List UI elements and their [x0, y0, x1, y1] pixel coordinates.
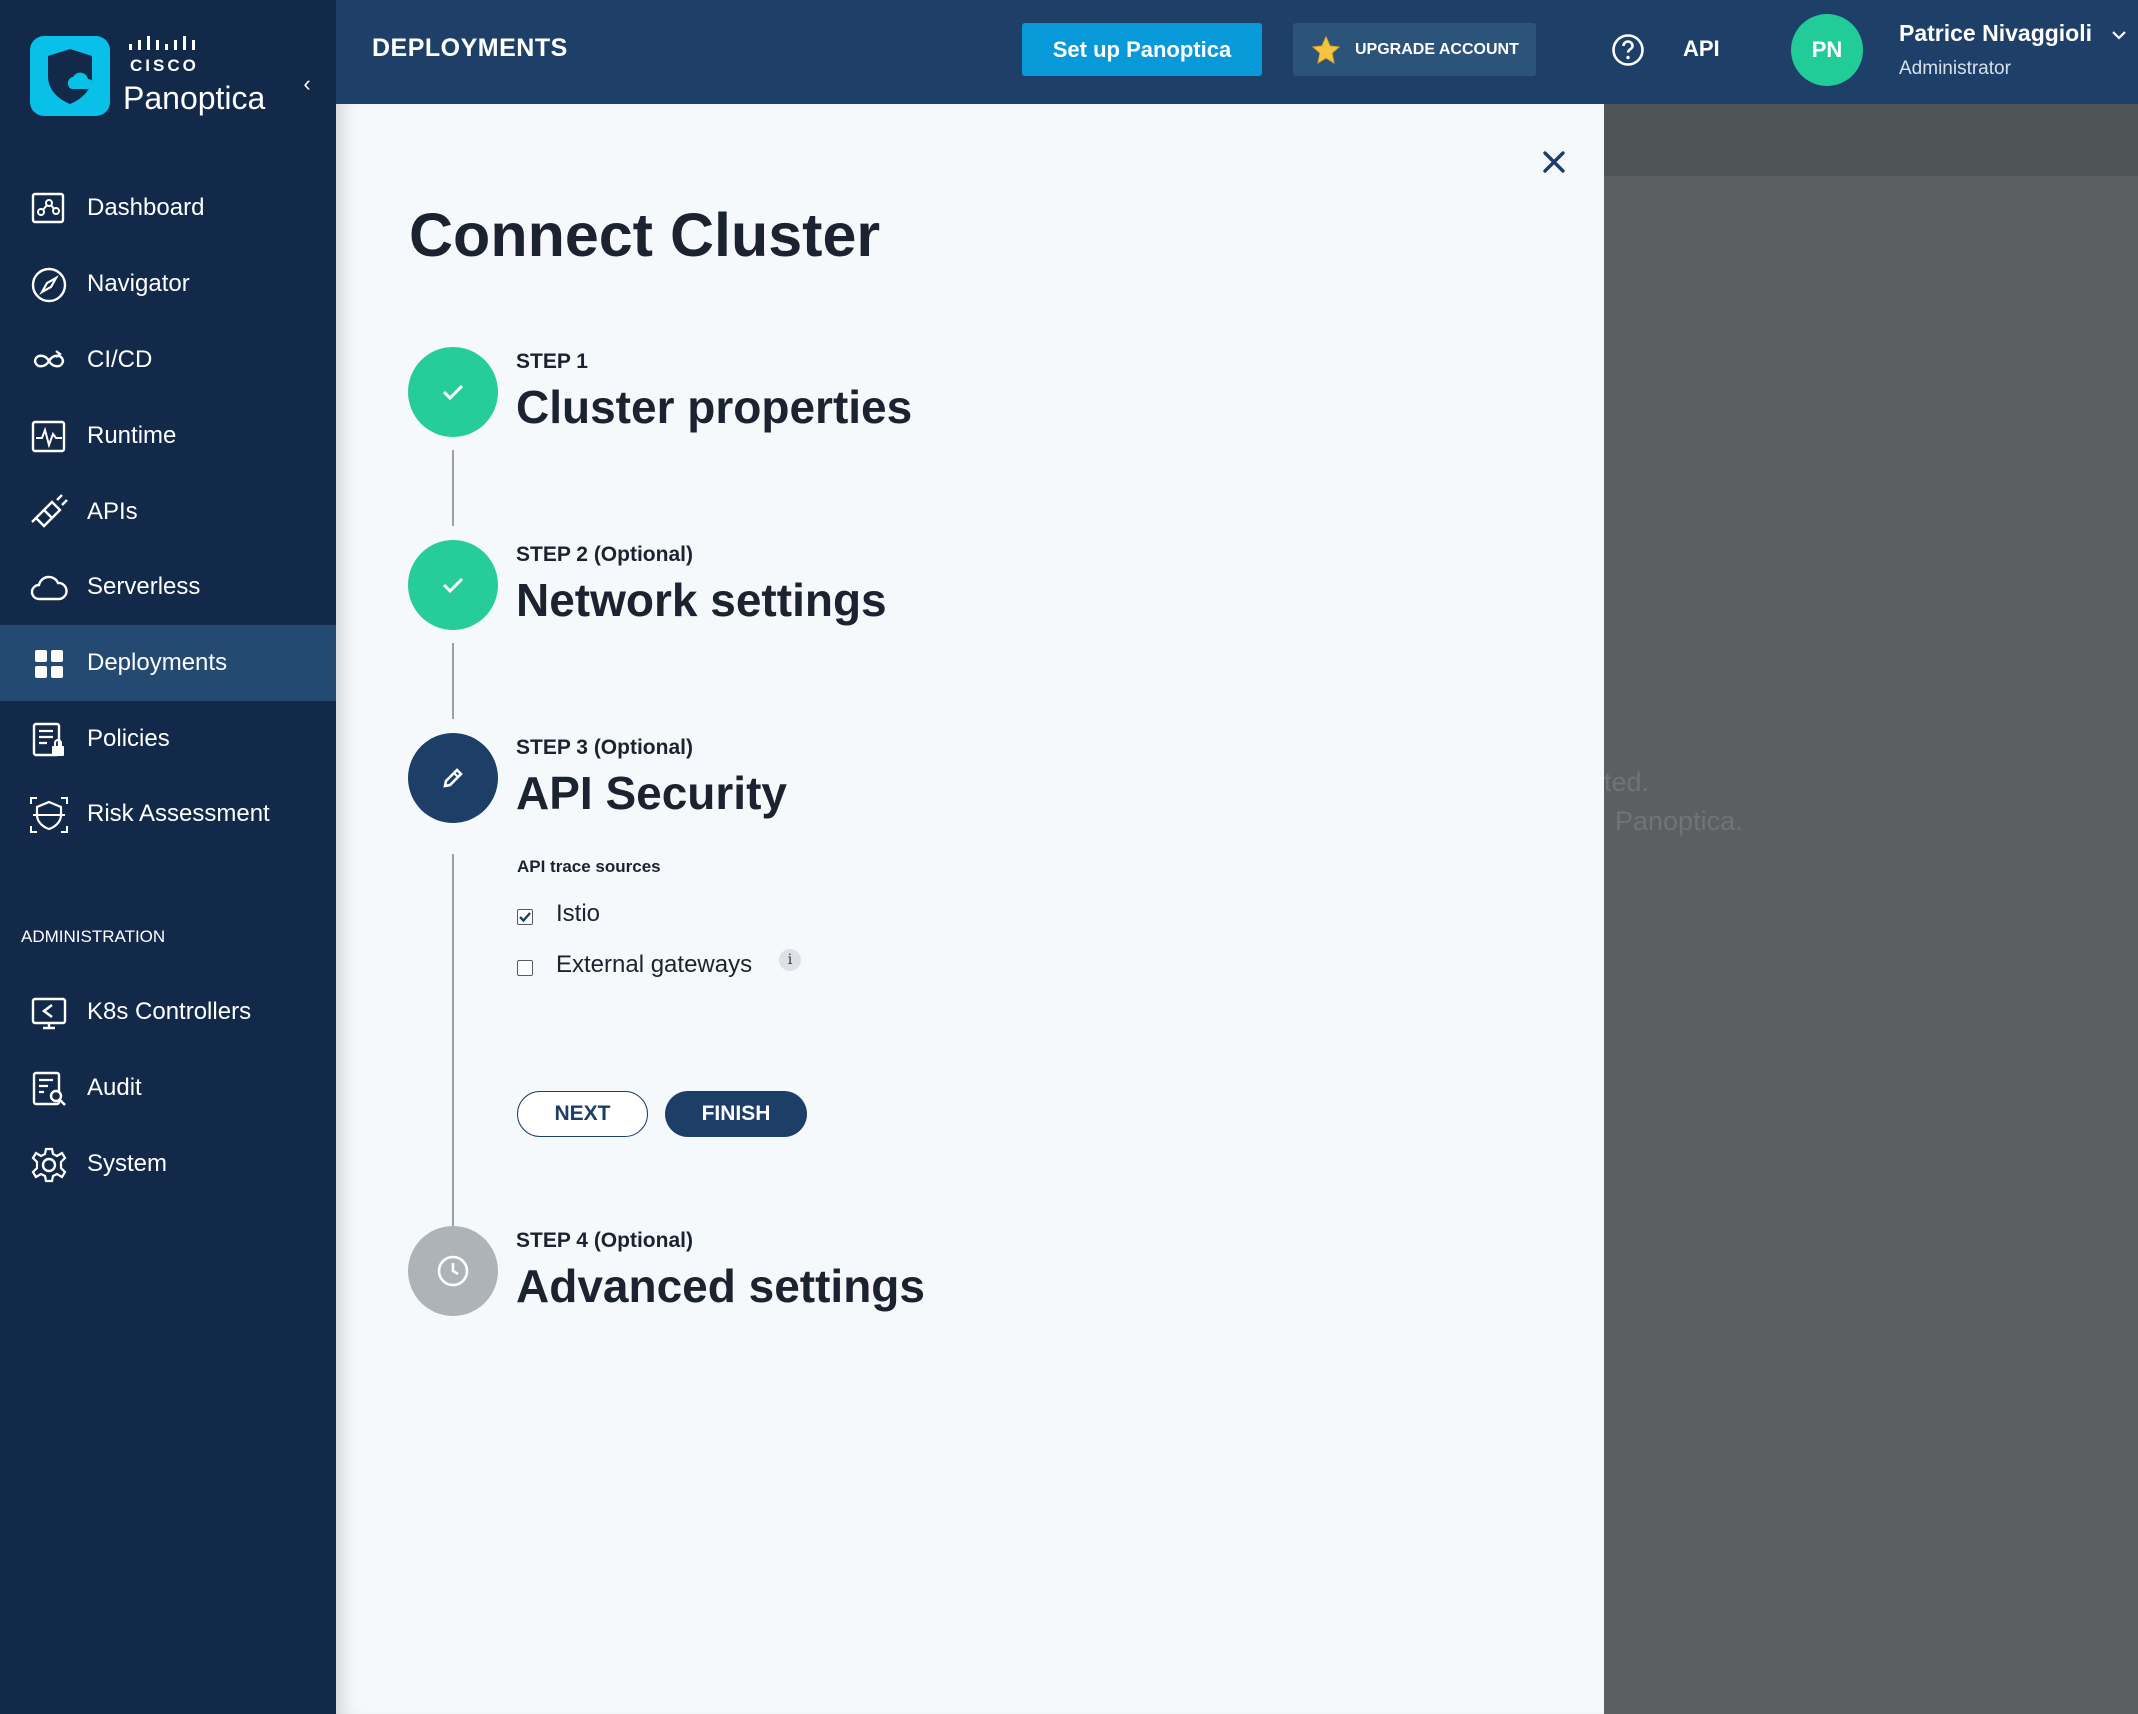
sidebar-item-label: Dashboard: [87, 194, 205, 221]
setup-panoptica-button[interactable]: Set up Panoptica: [1022, 23, 1262, 76]
step-3-title: API Security: [516, 767, 787, 819]
cloud-icon: [30, 575, 68, 601]
step-connector: [452, 450, 454, 526]
chevron-down-icon[interactable]: [2110, 26, 2128, 44]
sidebar-item-label: Deployments: [87, 649, 228, 676]
checkmark-icon: [442, 577, 464, 594]
next-button[interactable]: NEXT: [517, 1091, 648, 1137]
sidebar-item-label: Policies: [87, 725, 170, 752]
sidebar-item-label: Navigator: [87, 270, 190, 297]
upgrade-account-button[interactable]: UPGRADE ACCOUNT: [1293, 23, 1536, 76]
step-4-label: STEP 4 (Optional): [516, 1229, 693, 1252]
api-trace-sources-label: API trace sources: [517, 857, 661, 876]
panoptica-logo-icon: [30, 36, 110, 116]
grid-icon: [35, 650, 63, 678]
istio-checkbox[interactable]: [517, 909, 533, 925]
gear-icon: [31, 1147, 67, 1183]
runtime-pulse-icon: [31, 420, 66, 453]
sidebar: CISCO Panoptica ‹ Dashboard Navigator CI…: [0, 0, 336, 1714]
step-4-title: Advanced settings: [516, 1260, 925, 1312]
external-gateways-label[interactable]: External gateways: [556, 951, 752, 979]
sidebar-item-label: Risk Assessment: [87, 800, 270, 827]
sidebar-item-label: APIs: [87, 498, 138, 525]
modal-title: Connect Cluster: [409, 201, 881, 269]
sidebar-item-runtime[interactable]: Runtime: [0, 398, 336, 474]
background-toolbar: [1604, 104, 2138, 176]
close-icon[interactable]: [1536, 144, 1572, 180]
step-2-status: [408, 540, 498, 630]
cisco-bars-icon: [129, 36, 195, 50]
background-text: Panoptica.: [1615, 806, 1743, 836]
brand-logo[interactable]: CISCO Panoptica: [30, 36, 320, 120]
sidebar-item-system[interactable]: System: [0, 1126, 336, 1202]
clock-icon: [437, 1255, 469, 1287]
page-title: DEPLOYMENTS: [372, 34, 568, 62]
external-gateways-checkbox[interactable]: [517, 960, 533, 976]
step-3-status: [408, 733, 498, 823]
sidebar-item-label: K8s Controllers: [87, 998, 252, 1025]
sidebar-item-label: Audit: [87, 1074, 142, 1101]
help-icon[interactable]: [1611, 33, 1645, 67]
sidebar-item-dashboard[interactable]: Dashboard: [0, 170, 336, 246]
pencil-icon: [443, 768, 463, 788]
audit-search-icon: [32, 1071, 66, 1106]
sidebar-item-policies[interactable]: Policies: [0, 701, 336, 777]
sidebar-item-cicd[interactable]: CI/CD: [0, 322, 336, 398]
sidebar-item-navigator[interactable]: Navigator: [0, 246, 336, 322]
monitor-controller-icon: [31, 997, 67, 1030]
sidebar-item-apis[interactable]: APIs: [0, 474, 336, 550]
sidebar-item-audit[interactable]: Audit: [0, 1050, 336, 1126]
plug-icon: [31, 494, 68, 528]
star-icon: [1311, 35, 1341, 64]
top-header: DEPLOYMENTS Set up Panoptica UPGRADE ACC…: [336, 0, 2138, 104]
dashboard-icon: [31, 192, 65, 224]
compass-icon: [31, 267, 67, 303]
info-icon[interactable]: i: [779, 949, 801, 971]
policy-lock-icon: [32, 722, 64, 757]
cicd-loop-icon: [33, 350, 65, 368]
api-link[interactable]: API: [1683, 36, 1720, 62]
avatar[interactable]: PN: [1791, 14, 1863, 86]
background-text: ted.: [1604, 767, 1650, 797]
sidebar-item-deployments[interactable]: Deployments: [0, 625, 336, 701]
checkmark-icon: [519, 912, 531, 923]
administration-section-label: ADMINISTRATION: [21, 927, 166, 946]
step-3-label: STEP 3 (Optional): [516, 736, 693, 759]
shield-scan-icon: [30, 797, 68, 833]
upgrade-account-label: UPGRADE ACCOUNT: [1355, 40, 1519, 58]
checkmark-icon: [442, 384, 464, 401]
step-connector: [452, 643, 454, 719]
finish-button[interactable]: FINISH: [665, 1091, 807, 1137]
step-2-title[interactable]: Network settings: [516, 573, 887, 627]
sidebar-item-label: Runtime: [87, 422, 177, 449]
sidebar-item-risk-assessment[interactable]: Risk Assessment: [0, 776, 336, 852]
connect-cluster-panel: Connect Cluster STEP 1 Cluster propertie…: [336, 104, 1604, 1714]
sidebar-item-k8s-controllers[interactable]: K8s Controllers: [0, 974, 336, 1050]
sidebar-item-serverless[interactable]: Serverless: [0, 549, 336, 625]
cisco-wordmark: CISCO: [130, 56, 199, 75]
step-1-status: [408, 347, 498, 437]
user-name[interactable]: Patrice Nivaggioli: [1899, 20, 2092, 47]
chevron-left-icon[interactable]: ‹: [295, 72, 319, 96]
step-1-title[interactable]: Cluster properties: [516, 380, 912, 434]
sidebar-item-label: Serverless: [87, 573, 201, 600]
sidebar-item-label: System: [87, 1150, 168, 1177]
step-4-status: [408, 1226, 498, 1316]
step-1-label: STEP 1: [516, 350, 588, 373]
product-name: Panoptica: [123, 80, 266, 116]
sidebar-item-label: CI/CD: [87, 346, 153, 373]
istio-label[interactable]: Istio: [556, 900, 600, 928]
user-role: Administrator: [1899, 58, 2011, 79]
step-2-label: STEP 2 (Optional): [516, 543, 693, 566]
